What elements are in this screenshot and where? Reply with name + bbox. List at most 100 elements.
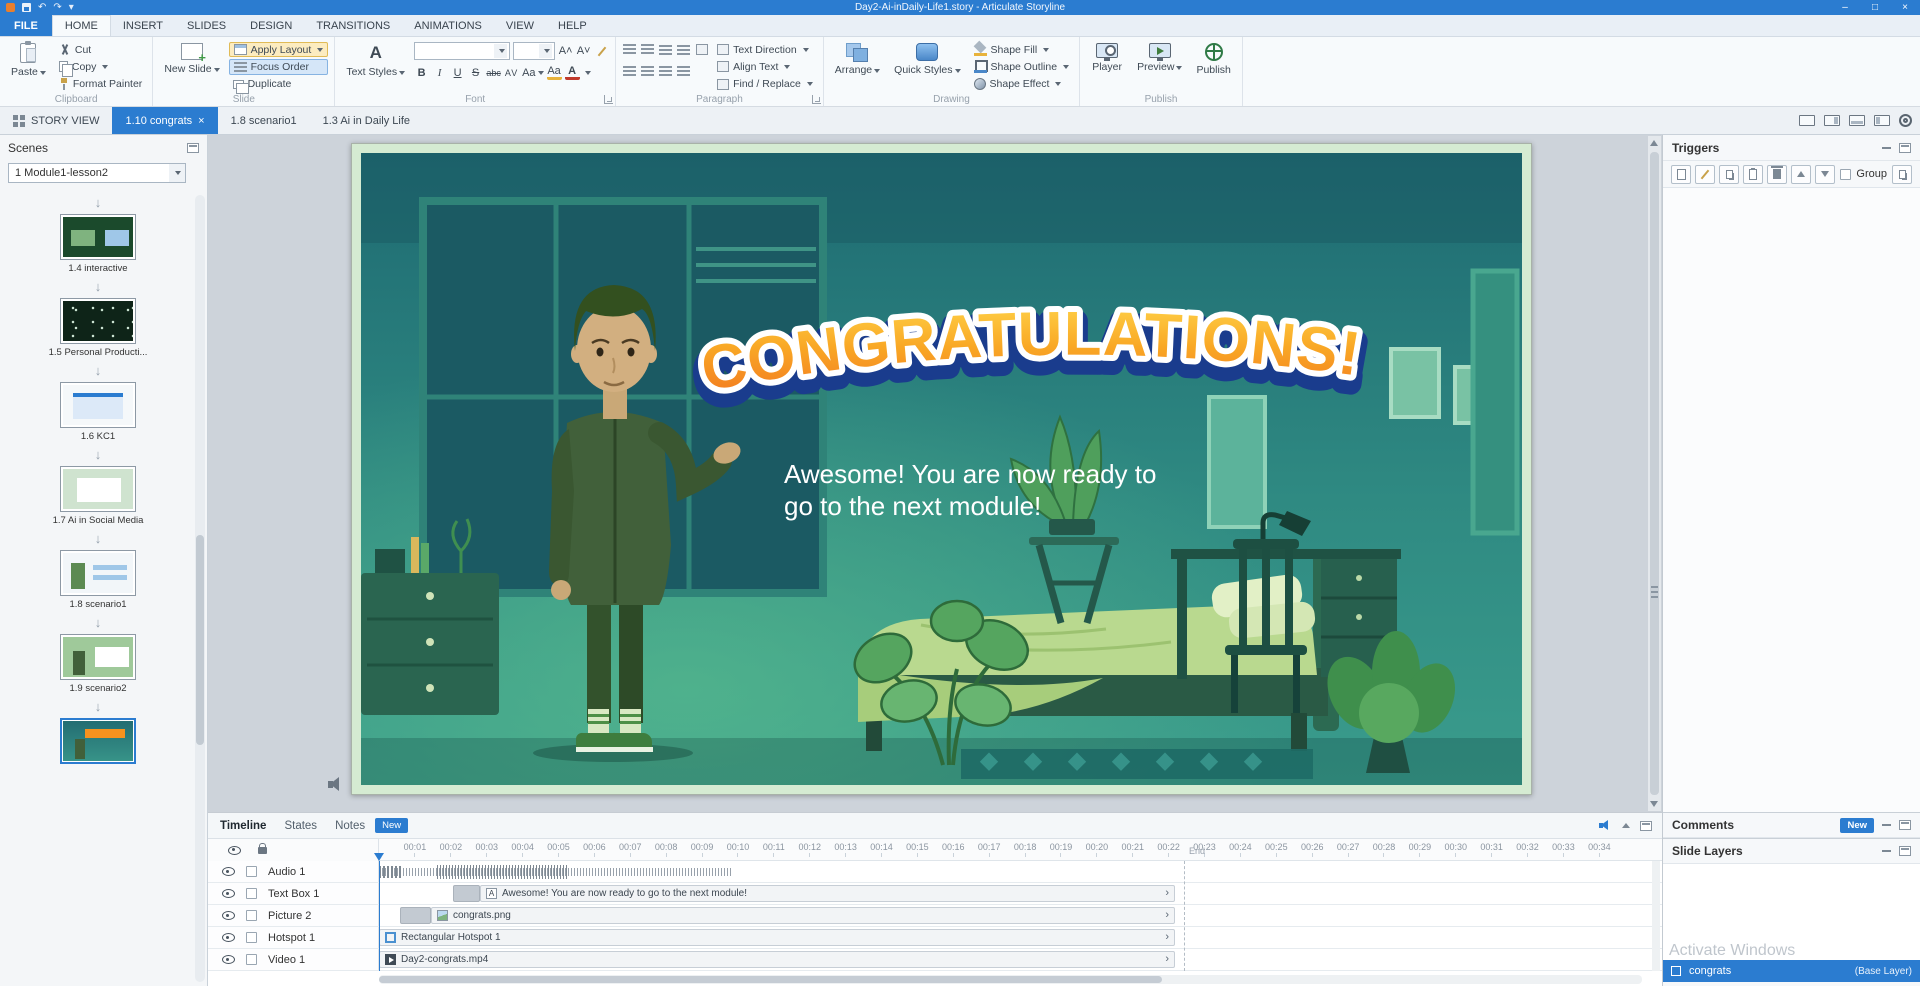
strikethrough-button[interactable]: S (468, 65, 483, 80)
shape-effect-button[interactable]: Shape Effect (970, 77, 1074, 92)
group-checkbox[interactable] (1840, 168, 1852, 180)
scroll-up-icon[interactable] (1650, 140, 1658, 146)
qat-customize-icon[interactable]: ▾ (69, 2, 74, 13)
lock-all-icon[interactable] (258, 842, 267, 854)
slide-thumbnail-1-4[interactable] (60, 214, 136, 260)
lock-checkbox[interactable] (246, 954, 257, 965)
view-split-icon[interactable] (1824, 115, 1840, 126)
menu-help[interactable]: HELP (546, 15, 599, 36)
picture-timeline-bar[interactable]: congrats.png › (431, 907, 1175, 924)
eye-icon[interactable] (222, 867, 235, 876)
menu-slides[interactable]: SLIDES (175, 15, 238, 36)
font-color-button[interactable]: A (564, 65, 580, 80)
clear-formatting-button[interactable] (594, 44, 609, 59)
slide-thumbnail-1-8[interactable] (60, 550, 136, 596)
view-left-icon[interactable] (1874, 115, 1890, 126)
move-up-button[interactable] (1791, 164, 1811, 184)
find-replace-button[interactable]: Find / Replace (713, 77, 817, 92)
tab-1-10-congrats[interactable]: 1.10 congrats × (112, 107, 218, 134)
slide-thumbnail-1-7[interactable] (60, 466, 136, 512)
shape-fill-button[interactable]: Shape Fill (970, 42, 1074, 57)
video-timeline-bar[interactable]: Day2-congrats.mp4 › (379, 951, 1175, 968)
view-normal-icon[interactable] (1799, 115, 1815, 126)
save-icon[interactable] (22, 3, 31, 12)
align-right-button[interactable] (658, 63, 673, 78)
tab-states[interactable]: States (284, 820, 317, 832)
shrink-font-button[interactable]: A ˅ (576, 44, 591, 59)
font-name-combo[interactable] (414, 42, 511, 60)
tab-1-8-scenario1[interactable]: 1.8 scenario1 (218, 107, 310, 134)
bullets-button[interactable] (622, 42, 637, 57)
decrease-indent-button[interactable] (658, 42, 673, 57)
show-all-eye-icon[interactable] (228, 845, 241, 855)
paste-trigger-button[interactable] (1743, 164, 1763, 184)
eye-icon[interactable] (222, 889, 235, 898)
new-trigger-button[interactable] (1671, 164, 1691, 184)
eye-icon[interactable] (222, 955, 235, 964)
format-painter-button[interactable]: Format Painter (55, 77, 146, 92)
lock-checkbox[interactable] (246, 910, 257, 921)
timeline-hscrollbar[interactable] (379, 975, 1642, 984)
timeline-row-video[interactable]: Video 1 Day2-congrats.mp4 › (208, 949, 1662, 971)
align-text-button[interactable]: Align Text (713, 59, 817, 74)
panel-menu-icon[interactable] (1899, 142, 1911, 153)
lock-checkbox[interactable] (246, 932, 257, 943)
menu-home[interactable]: HOME (51, 15, 111, 36)
menu-insert[interactable]: INSERT (111, 15, 175, 36)
shape-outline-button[interactable]: Shape Outline (970, 59, 1074, 74)
justify-button[interactable] (676, 63, 691, 78)
timeline-audio-icon[interactable] (1599, 820, 1612, 831)
paste-button[interactable]: Paste (6, 40, 51, 92)
panel-menu-icon[interactable] (1899, 820, 1911, 830)
line-spacing-button[interactable] (694, 42, 709, 57)
cut-button[interactable]: Cut (55, 42, 146, 57)
timeline-row-textbox[interactable]: Text Box 1 A Awesome! You are now ready … (208, 883, 1662, 905)
maximize-button[interactable]: □ (1860, 0, 1890, 15)
minimize-button[interactable]: – (1830, 0, 1860, 15)
slide-audio-speaker-icon[interactable] (328, 777, 345, 792)
timeline-panel-menu-icon[interactable] (1640, 820, 1652, 831)
publish-button[interactable]: Publish (1191, 40, 1235, 92)
bar-expand-icon[interactable]: › (1165, 910, 1169, 921)
playhead-line[interactable] (379, 861, 380, 971)
duplicate-button[interactable]: Duplicate (229, 77, 329, 94)
settings-gear-icon[interactable] (1899, 114, 1912, 127)
player-button[interactable]: Player (1086, 40, 1128, 92)
copy-button[interactable]: Copy (55, 59, 146, 78)
menu-view[interactable]: VIEW (494, 15, 546, 36)
collapse-icon[interactable] (1882, 850, 1891, 852)
base-layer-row[interactable]: congrats (Base Layer) (1663, 960, 1920, 982)
eye-icon[interactable] (222, 933, 235, 942)
panel-menu-icon[interactable] (1899, 846, 1911, 856)
tab-story-view[interactable]: STORY VIEW (0, 107, 112, 134)
menu-file[interactable]: FILE (0, 15, 52, 36)
text-direction-button[interactable]: Text Direction (713, 42, 817, 57)
group-options-button[interactable] (1892, 164, 1912, 184)
scenes-scrollbar[interactable] (195, 195, 205, 982)
timeline-row-hotspot[interactable]: Hotspot 1 Rectangular Hotspot 1 › (208, 927, 1662, 949)
slide-thumbnail-1-10-selected[interactable] (60, 718, 136, 764)
scene-dropdown[interactable]: 1 Module1-lesson2 (8, 163, 186, 183)
panel-splitter-grip[interactable] (1651, 586, 1658, 600)
new-slide-button[interactable]: New Slide (159, 40, 224, 92)
textbox-timeline-bar[interactable]: A Awesome! You are now ready to go to th… (480, 885, 1175, 902)
tab-timeline[interactable]: Timeline (220, 820, 266, 832)
highlight-color-button[interactable]: Aa (546, 65, 562, 80)
copy-trigger-button[interactable] (1719, 164, 1739, 184)
playhead-handle[interactable] (374, 853, 384, 861)
hotspot-timeline-bar[interactable]: Rectangular Hotspot 1 › (379, 929, 1175, 946)
timeline-row-picture[interactable]: Picture 2 congrats.png › (208, 905, 1662, 927)
tab-close-icon[interactable]: × (198, 115, 204, 127)
underline-button[interactable]: U (450, 65, 465, 80)
font-size-combo[interactable] (513, 42, 556, 60)
scene-dropdown-caret-icon[interactable] (169, 164, 185, 182)
delete-trigger-button[interactable] (1767, 164, 1787, 184)
text-styles-button[interactable]: A Text Styles (341, 40, 410, 92)
eye-icon[interactable] (222, 911, 235, 920)
audio-waveform[interactable] (379, 865, 731, 879)
bar-expand-icon[interactable]: › (1165, 888, 1169, 899)
redo-icon[interactable]: ↷ (53, 2, 61, 13)
menu-animations[interactable]: ANIMATIONS (402, 15, 494, 36)
font-color-caret[interactable] (584, 70, 591, 75)
lock-checkbox[interactable] (246, 888, 257, 899)
